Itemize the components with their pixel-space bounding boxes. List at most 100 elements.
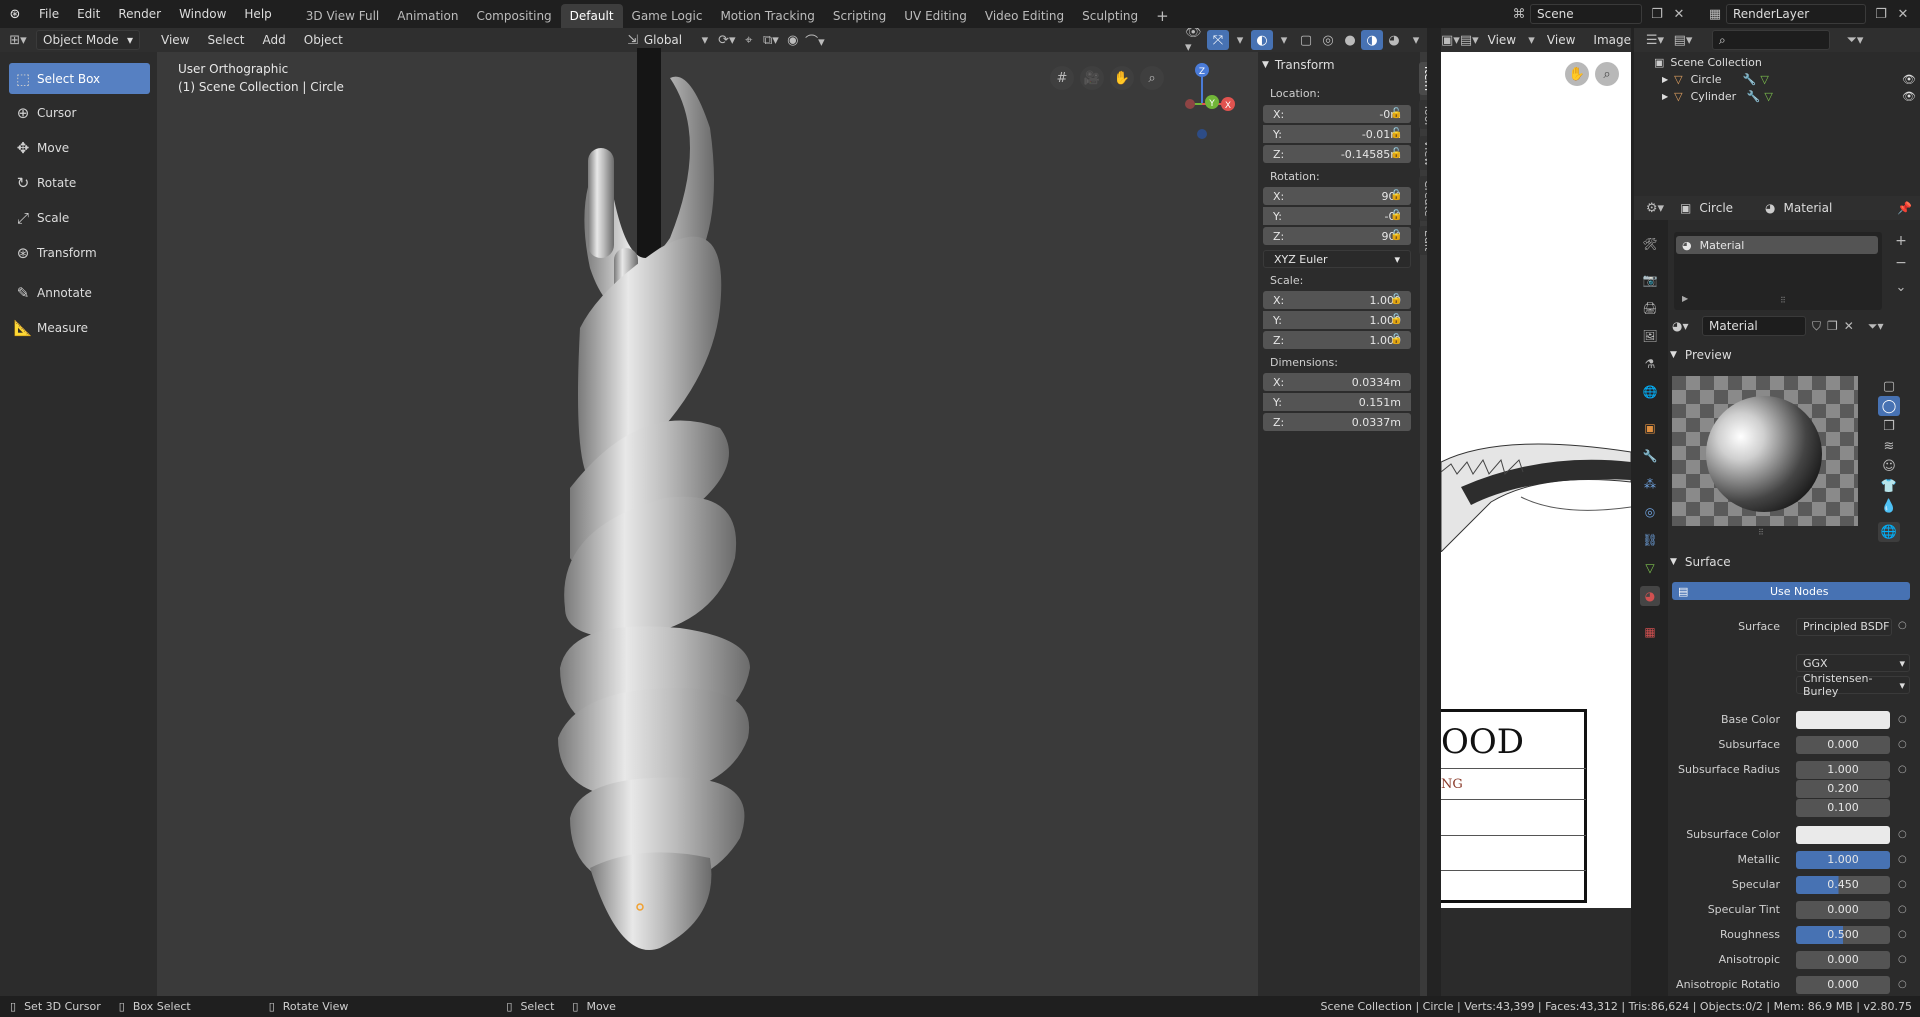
visibility-eye-icon[interactable]: 👁 [1902, 90, 1916, 103]
surface-shader-field[interactable]: Principled BSDF [1796, 618, 1892, 636]
preview-cloth-icon[interactable]: 👕 [1878, 476, 1900, 496]
outliner-item-cylinder[interactable]: ▶ ▽ Cylinder 🔧 ▽ 👁 [1662, 90, 1916, 103]
color-swatch[interactable] [1796, 826, 1890, 844]
image-menu-view[interactable]: View [1479, 33, 1525, 47]
tool-annotate[interactable]: ✎ Annotate [9, 277, 150, 308]
expand-icon[interactable]: ▶ [1662, 75, 1668, 84]
lock-icon[interactable]: 🔓 [1390, 210, 1406, 224]
rotation-x-field[interactable]: X: 90° [1263, 187, 1411, 205]
socket-icon[interactable]: ○ [1898, 620, 1907, 631]
new-layer-icon[interactable]: ❐ [1870, 4, 1892, 24]
preview-flat-icon[interactable]: ▢ [1878, 376, 1900, 396]
lock-icon[interactable]: 🔓 [1390, 148, 1406, 162]
menu-edit[interactable]: Edit [68, 0, 109, 28]
pivot-icon[interactable]: ⟳▾ [716, 30, 738, 50]
menu-window[interactable]: Window [170, 0, 235, 28]
pan-hand-icon[interactable]: ✋ [1565, 62, 1589, 86]
material-tab-icon[interactable]: ◕ [1640, 586, 1660, 606]
tab-edit[interactable]: Edit [1419, 226, 1427, 256]
tool-rotate[interactable]: ↻ Rotate [9, 167, 150, 198]
editor-type-icon[interactable]: ⚙▾ [1644, 198, 1666, 218]
outliner-root[interactable]: ▣ Scene Collection [1654, 56, 1762, 69]
color-swatch[interactable] [1796, 711, 1890, 729]
socket-icon[interactable]: ○ [1898, 854, 1907, 865]
tool-scale[interactable]: ⤢ Scale [9, 202, 150, 233]
add-workspace-button[interactable]: + [1147, 4, 1178, 28]
remove-slot-button[interactable]: − [1890, 254, 1912, 272]
tab-motion-tracking[interactable]: Motion Tracking [711, 4, 823, 28]
tool-transform[interactable]: ⊛ Transform [9, 237, 150, 268]
property-field[interactable]: 1.000 [1796, 761, 1890, 779]
location-x-field[interactable]: X: -0m [1263, 105, 1411, 123]
menu-render[interactable]: Render [109, 0, 170, 28]
fake-user-icon[interactable]: ⛉ [1812, 319, 1821, 334]
rotation-y-field[interactable]: Y: -0° [1263, 207, 1411, 225]
material-shading-icon[interactable]: ◑ [1361, 30, 1383, 50]
socket-icon[interactable]: ○ [1898, 954, 1907, 965]
camera-view-icon[interactable]: 🎥 [1080, 66, 1104, 90]
preview-cube-icon[interactable]: ❒ [1878, 416, 1900, 436]
overlay-dropdown-icon[interactable]: ▾ [1273, 30, 1295, 50]
xray-icon[interactable]: ▢ [1295, 30, 1317, 50]
property-field[interactable]: 0.000 [1796, 736, 1890, 754]
display-mode-icon[interactable]: ▤▾ [1672, 30, 1694, 50]
dimensions-z-field[interactable]: Z: 0.0337m [1263, 413, 1411, 431]
viewport-menu-add[interactable]: Add [254, 33, 295, 47]
neg-z-handle[interactable] [1197, 129, 1207, 139]
proportional-edit-icon[interactable]: ◉ [782, 30, 804, 50]
lock-icon[interactable]: 🔓 [1390, 314, 1406, 328]
image-menu-view-2[interactable]: View [1538, 33, 1584, 47]
image-menu-image[interactable]: Image [1584, 33, 1631, 47]
shading-dropdown-icon[interactable]: ▾ [1405, 30, 1427, 50]
chevron-down-icon[interactable]: ▾ [694, 30, 716, 50]
tab-3d-view-full[interactable]: 3D View Full [297, 4, 389, 28]
expand-arrow-icon[interactable]: ▶ [1682, 294, 1688, 303]
lock-icon[interactable]: 🔓 [1390, 334, 1406, 348]
rotation-mode-dropdown[interactable]: XYZ Euler ▾ [1263, 250, 1411, 268]
scale-x-field[interactable]: X: 1.000 [1263, 291, 1411, 309]
3d-viewport[interactable]: ⊞▾ Object Mode ▾ View Select Add Object ⇲… [0, 28, 1427, 996]
material-browse-icon[interactable]: ◕▾ [1672, 319, 1698, 333]
blender-logo-icon[interactable]: ⊛ [0, 4, 30, 24]
editor-type-icon[interactable]: ☰▾ [1644, 30, 1666, 50]
modifier-tab-icon[interactable]: 🔧 [1640, 446, 1660, 466]
close-scene-icon[interactable]: ✕ [1668, 4, 1690, 24]
helix-model[interactable] [540, 48, 800, 996]
socket-icon[interactable]: ○ [1898, 739, 1907, 750]
tab-uv-editing[interactable]: UV Editing [895, 4, 976, 28]
lock-icon[interactable]: 🔓 [1390, 230, 1406, 244]
preview-fluid-icon[interactable]: 💧 [1878, 496, 1900, 516]
property-field[interactable]: 0.100 [1796, 799, 1890, 817]
editor-type-icon[interactable]: ▣▾ [1441, 30, 1460, 50]
property-field[interactable]: 0.000 [1796, 976, 1890, 994]
visibility-icon[interactable]: 👁▾ [1185, 28, 1207, 55]
tool-move[interactable]: ✥ Move [9, 132, 150, 163]
scale-z-field[interactable]: Z: 1.000 [1263, 331, 1411, 349]
preview-hair-icon[interactable]: ≋ [1878, 436, 1900, 456]
tool-cursor[interactable]: ⊕ Cursor [9, 97, 150, 128]
physics-tab-icon[interactable]: ◎ [1640, 502, 1660, 522]
lock-icon[interactable]: 🔓 [1390, 294, 1406, 308]
property-slider[interactable]: 1.000 [1796, 851, 1890, 869]
lock-icon[interactable]: 🔓 [1390, 108, 1406, 122]
subsurface-method-dropdown[interactable]: Christensen-Burley ▾ [1796, 672, 1910, 698]
socket-icon[interactable]: ○ [1898, 904, 1907, 915]
snap-target-icon[interactable]: ⧉▾ [760, 30, 782, 50]
location-y-field[interactable]: Y: -0.01m [1263, 125, 1411, 143]
material-slot-item[interactable]: ◕ Material [1676, 236, 1878, 254]
viewport-menu-view[interactable]: View [152, 33, 198, 47]
view-layer-tab-icon[interactable]: 🖼 [1640, 326, 1660, 346]
use-nodes-button[interactable]: ▤ Use Nodes [1672, 582, 1910, 600]
view-mode-icon[interactable]: ▤▾ [1460, 30, 1479, 50]
property-field[interactable]: 0.000 [1796, 951, 1890, 969]
close-layer-icon[interactable]: ✕ [1892, 4, 1914, 24]
duplicate-icon[interactable]: ❐ [1827, 319, 1838, 333]
image-canvas[interactable]: ✋ ⌕ OOD NG [1441, 52, 1631, 908]
socket-icon[interactable]: ○ [1898, 829, 1907, 840]
property-slider[interactable]: 0.500 [1796, 926, 1890, 944]
property-field[interactable]: 0.200 [1796, 780, 1890, 798]
menu-help[interactable]: Help [235, 0, 280, 28]
tab-video-editing[interactable]: Video Editing [976, 4, 1073, 28]
socket-icon[interactable]: ○ [1898, 714, 1907, 725]
render-layer-icon[interactable]: ▦ [1704, 4, 1726, 24]
